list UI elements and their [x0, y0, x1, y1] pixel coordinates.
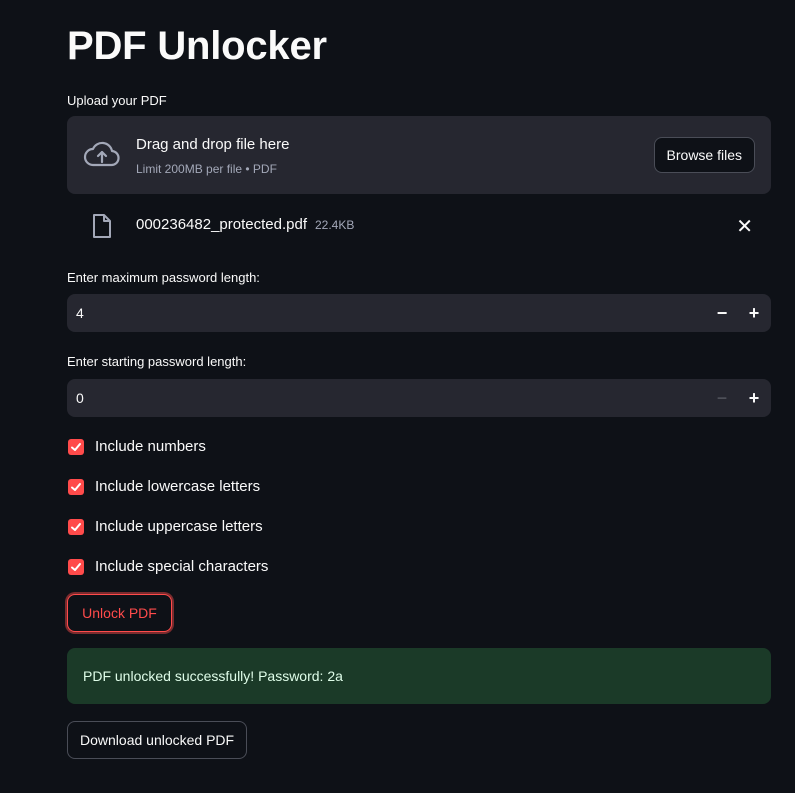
download-unlocked-pdf-button[interactable]: Download unlocked PDF — [67, 721, 248, 759]
start-length-input[interactable]: 0 − + — [67, 379, 771, 417]
checkbox[interactable] — [68, 439, 84, 455]
start-length-increment-button[interactable]: + — [739, 383, 769, 413]
file-size: 22.4KB — [315, 218, 355, 232]
max-length-label: Enter maximum password length: — [67, 270, 260, 285]
checkbox-label: Include lowercase letters — [95, 478, 261, 495]
browse-files-button[interactable]: Browse files — [653, 137, 755, 173]
close-icon[interactable]: ✕ — [736, 214, 753, 239]
unlock-pdf-button[interactable]: Unlock PDF — [67, 594, 172, 632]
max-length-decrement-button[interactable]: − — [707, 298, 737, 328]
success-message: PDF unlocked successfully! Password: 2a — [83, 668, 343, 684]
file-name: 000236482_protected.pdf — [136, 216, 307, 233]
page-title: PDF Unlocker — [67, 24, 327, 68]
uploaded-file-row: 000236482_protected.pdf 22.4KB ✕ — [67, 208, 771, 242]
checkbox-label: Include numbers — [95, 438, 206, 455]
max-length-input[interactable]: 4 − + — [67, 294, 771, 332]
checkbox[interactable] — [68, 479, 84, 495]
checkbox-label: Include special characters — [95, 558, 269, 575]
checkbox[interactable] — [68, 559, 84, 575]
cloud-upload-icon — [83, 140, 121, 170]
max-length-increment-button[interactable]: + — [739, 298, 769, 328]
file-icon — [91, 213, 113, 239]
upload-label: Upload your PDF — [67, 93, 167, 108]
checkbox-label: Include uppercase letters — [95, 518, 263, 535]
start-length-decrement-button[interactable]: − — [707, 383, 737, 413]
success-alert: PDF unlocked successfully! Password: 2a — [67, 648, 771, 704]
max-length-value[interactable]: 4 — [76, 305, 84, 321]
file-dropzone[interactable]: Drag and drop file here Limit 200MB per … — [67, 116, 771, 194]
dropzone-title: Drag and drop file here — [136, 136, 290, 153]
dropzone-limit-text: Limit 200MB per file • PDF — [136, 162, 277, 176]
start-length-label: Enter starting password length: — [67, 354, 247, 369]
start-length-value[interactable]: 0 — [76, 390, 84, 406]
checkbox[interactable] — [68, 519, 84, 535]
